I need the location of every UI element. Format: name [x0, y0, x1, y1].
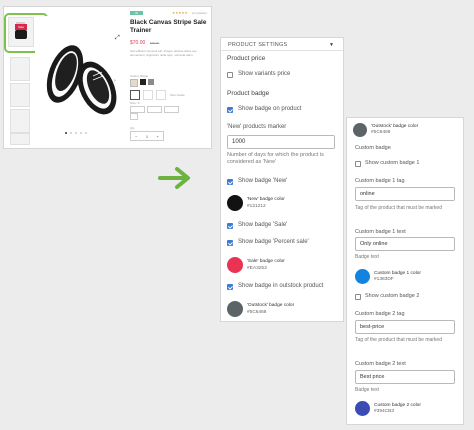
section-product-price: Product price [227, 55, 266, 62]
sale-badge-color-swatch[interactable] [227, 257, 243, 273]
variant-button-2[interactable] [147, 106, 162, 113]
section-product-badge: Product badge [227, 90, 270, 97]
qty-label: Qty [130, 126, 135, 130]
custom-badge-2-color-swatch[interactable] [355, 401, 370, 416]
thumbnail-3[interactable] [10, 83, 30, 107]
outstock-badge-color-swatch[interactable] [227, 301, 243, 317]
show-badge-outstock-label: Show badge in outstock product [238, 283, 324, 289]
custom-badge-heading: Custom badge [355, 145, 391, 151]
carousel-dots[interactable] [65, 132, 95, 135]
show-badge-new-label: Show badge 'New' [238, 178, 288, 184]
custom-badge-2-text-input[interactable]: Best price [355, 370, 455, 384]
variant-buttons[interactable] [130, 106, 179, 113]
show-custom-badge-1-label: Show custom badge 1 [365, 160, 420, 166]
product-description: Sed efficitur rhoncus elit. Integer ultr… [130, 49, 197, 57]
custom-badge-1-color-hex: #1383DF [374, 277, 394, 282]
outstock-badge-color-swatch-2[interactable] [353, 123, 367, 137]
new-badge-color-title: 'New' badge color [247, 197, 285, 202]
custom-badge-2-tag-help: Tag of the product that must be marked [355, 337, 442, 343]
product-title: Black Canvas Stripe Sale Trainer [130, 19, 206, 35]
show-custom-badge-2-checkbox[interactable] [355, 294, 361, 300]
product-title-line-2: Trainer [130, 27, 152, 34]
product-settings-panel: PRODUCT SETTINGS ▼ Product price Show va… [220, 37, 344, 322]
swatch-grey[interactable] [148, 79, 154, 85]
quantity-stepper[interactable]: − 1 + [130, 131, 164, 141]
show-badge-on-product-label: Show badge on product [238, 106, 302, 112]
show-variants-price-label: Show variants price [238, 71, 291, 77]
new-marker-help: Number of days for which the product is … [227, 152, 324, 165]
outstock-badge-color-title: 'Outstock' badge color [247, 303, 295, 308]
collapse-caret-icon[interactable]: ▼ [329, 42, 334, 48]
size-guide-link[interactable]: Size Guide [170, 93, 185, 97]
custom-badge-1-color-title: Custom badge 1 color [374, 271, 421, 276]
panel-header[interactable]: PRODUCT SETTINGS [228, 42, 287, 48]
product-price: $70.00 [130, 40, 146, 46]
product-old-price: $79.00 [150, 41, 160, 45]
variant-button-3[interactable] [164, 106, 179, 113]
show-badge-new-checkbox[interactable] [227, 179, 233, 185]
product-preview: Sale ⤢ › IN STOCK ★★★★★ (2 reviews) Blac… [3, 6, 212, 149]
size-options[interactable] [130, 90, 166, 100]
custom-badge-1-text-label: Custom badge 1 text [355, 229, 406, 235]
stock-badge: IN STOCK [130, 11, 143, 19]
custom-badge-panel: 'Outstock' badge color #5C6468 Custom ba… [346, 117, 464, 425]
show-badge-sale-checkbox[interactable] [227, 223, 233, 229]
outstock-badge-color-title-2: 'Outstock' badge color [371, 124, 419, 129]
new-marker-label: 'New' products marker [227, 124, 287, 130]
custom-badge-2-tag-label: Custom badge 2 tag [355, 311, 405, 317]
thumbnail-2[interactable] [10, 57, 30, 81]
show-custom-badge-1-checkbox[interactable] [355, 161, 361, 167]
show-badge-percent-label: Show badge 'Percent sale' [238, 239, 309, 245]
variant-button-4[interactable] [130, 113, 138, 120]
rating-stars: ★★★★★ [172, 11, 188, 15]
custom-badge-2-tag-input[interactable]: best-price [355, 320, 455, 334]
show-badge-outstock-checkbox[interactable] [227, 284, 233, 290]
new-badge-color-swatch[interactable] [227, 195, 243, 211]
main-product-image [35, 16, 123, 134]
sale-badge-color-title: 'Sale' badge color [247, 259, 285, 264]
custom-badge-2-color-title: Custom badge 2 color [374, 403, 421, 408]
thumbnail-5[interactable] [10, 133, 30, 145]
show-badge-sale-label: Show badge 'Sale' [238, 222, 288, 228]
color-swatches[interactable] [130, 79, 154, 87]
custom-badge-1-tag-input[interactable]: online [355, 187, 455, 201]
expand-icon[interactable]: ⤢ [115, 35, 120, 42]
custom-badge-2-color-hex: #394CB3 [374, 409, 395, 414]
show-variants-price-checkbox[interactable] [227, 72, 233, 78]
custom-badge-1-text-help: Badge text [355, 254, 379, 260]
variant-button-1[interactable] [130, 106, 145, 113]
custom-badge-1-color-swatch[interactable] [355, 269, 370, 284]
size-option-s[interactable] [130, 90, 140, 100]
color-label: Colour: Beige [130, 74, 149, 78]
show-custom-badge-2-label: Show custom badge 2 [365, 293, 420, 299]
next-image-icon[interactable]: › [114, 78, 116, 84]
qty-value[interactable]: 1 [146, 134, 148, 139]
new-badge-color-hex: #121212 [247, 204, 266, 209]
qty-minus-button[interactable]: − [135, 134, 137, 139]
outstock-badge-color-hex-2: #5C6468 [371, 130, 391, 135]
qty-plus-button[interactable]: + [156, 134, 158, 139]
custom-badge-1-tag-help: Tag of the product that must be marked [355, 205, 442, 211]
sale-badge-color-hex: #EA3253 [247, 266, 267, 271]
product-title-line-1: Black Canvas Stripe Sale [130, 19, 207, 26]
thumbnail-4[interactable] [10, 109, 30, 133]
right-arrow-icon [158, 167, 190, 189]
custom-badge-1-tag-label: Custom badge 1 tag [355, 178, 405, 184]
new-marker-input[interactable]: 1000 [227, 135, 335, 149]
size-label: Size: S [130, 101, 140, 105]
size-option-m[interactable] [143, 90, 153, 100]
show-badge-on-product-checkbox[interactable] [227, 107, 233, 113]
size-option-l[interactable] [156, 90, 166, 100]
swatch-black[interactable] [140, 79, 146, 85]
show-badge-percent-checkbox[interactable] [227, 240, 233, 246]
header-divider [221, 50, 343, 51]
rating-count[interactable]: (2 reviews) [192, 11, 207, 15]
custom-badge-2-text-label: Custom badge 2 text [355, 361, 406, 367]
swatch-beige[interactable] [130, 79, 138, 87]
outstock-badge-color-hex: #5C6468 [247, 310, 267, 315]
custom-badge-1-text-input[interactable]: Only online [355, 237, 455, 251]
sneakers-image-icon [46, 45, 117, 115]
custom-badge-2-text-help: Badge text [355, 387, 379, 393]
